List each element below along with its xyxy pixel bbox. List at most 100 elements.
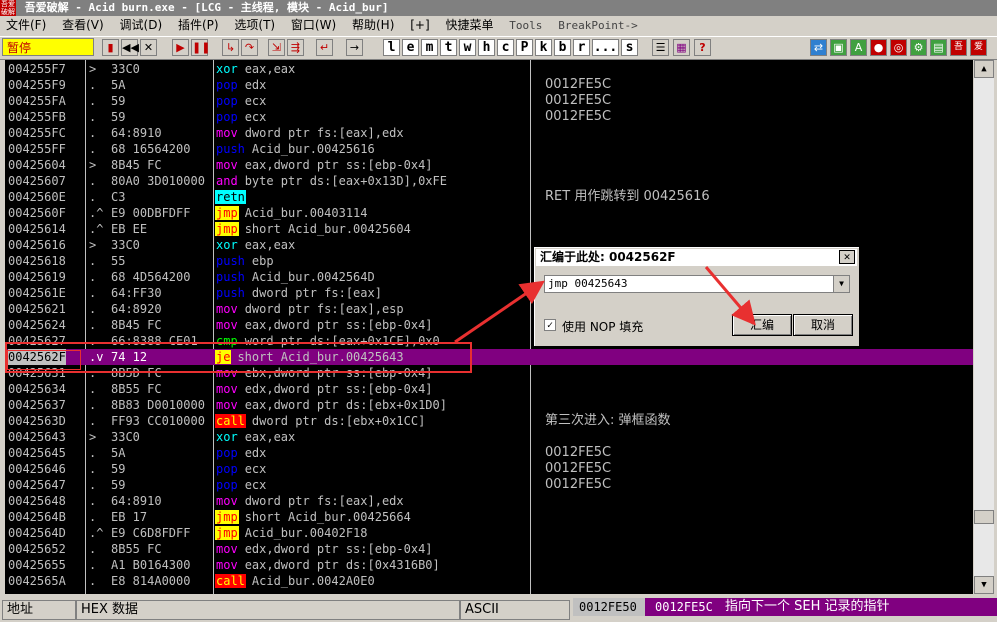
brand-icon-2[interactable]: 爱 — [970, 39, 987, 56]
dump-col-hex[interactable]: HEX 数据 — [76, 600, 460, 620]
disasm-address[interactable]: 00425655 — [8, 557, 66, 573]
disasm-address[interactable]: 00425616 — [8, 237, 66, 253]
trace-over-icon[interactable]: ⇶ — [287, 39, 304, 56]
toolbar-letter-e[interactable]: e — [402, 39, 419, 56]
disasm-instruction[interactable]: mov dword ptr fs:[eax],esp — [215, 301, 533, 317]
disasm-instruction[interactable]: jmp Acid_bur.00403114 — [215, 205, 533, 221]
menu-view[interactable]: 查看(V) — [56, 18, 110, 32]
toolbar-letter-dots[interactable]: ... — [592, 39, 619, 56]
disasm-hex[interactable]: A1 B0164300 — [111, 557, 211, 573]
disasm-instruction[interactable]: retn — [215, 189, 533, 205]
disasm-address[interactable]: 004255FB — [8, 109, 66, 125]
disasm-address[interactable]: 00425645 — [8, 445, 66, 461]
open-icon[interactable]: ▮ — [102, 39, 119, 56]
menu-plus[interactable]: [+] — [404, 18, 435, 32]
disasm-comment[interactable]: 0012FE5C — [545, 445, 611, 461]
disasm-hex[interactable]: 33C0 — [111, 429, 211, 445]
disasm-hex[interactable]: 8B45 FC — [111, 157, 211, 173]
disasm-address[interactable]: 00425624 — [8, 317, 66, 333]
disasm-comment[interactable]: 0012FE5C — [545, 93, 611, 109]
dialog-close-button[interactable]: ✕ — [839, 250, 855, 264]
step-into-icon[interactable]: ↳ — [222, 39, 239, 56]
disasm-address[interactable]: 004255FC — [8, 125, 66, 141]
disasm-instruction[interactable]: mov eax,dword ptr ds:[ebx+0x1D0] — [215, 397, 533, 413]
run-icon[interactable]: ▶ — [172, 39, 189, 56]
disasm-address[interactable]: 00425637 — [8, 397, 66, 413]
disasm-address[interactable]: 0042561E — [8, 285, 66, 301]
toolbar-letter-r[interactable]: r — [573, 39, 590, 56]
disasm-instruction[interactable]: pop ecx — [215, 109, 533, 125]
disasm-address[interactable]: 0042563D — [8, 413, 66, 429]
disasm-instruction[interactable]: call dword ptr ds:[ebx+0x1CC] — [215, 413, 533, 429]
disasm-row[interactable]: 0042563D. FF93 CC010000 call dword ptr ds:[… — [5, 413, 973, 429]
pause-icon[interactable]: ❚❚ — [191, 39, 210, 56]
disasm-instruction[interactable]: jmp Acid_bur.00402F18 — [215, 525, 533, 541]
disasm-instruction[interactable]: pop edx — [215, 77, 533, 93]
disasm-row[interactable]: 00425604 >8B45 FC mov eax,dword ptr ss:[ebp… — [5, 157, 973, 173]
menu-plugins[interactable]: 插件(P) — [172, 18, 225, 32]
disasm-hex[interactable]: 8B45 FC — [111, 317, 211, 333]
disasm-hex[interactable]: 33C0 — [111, 61, 211, 77]
stack-address[interactable]: 0012FE50 — [573, 598, 649, 616]
step-over-icon[interactable]: ↷ — [241, 39, 258, 56]
scroll-thumb[interactable] — [974, 510, 994, 524]
help-icon[interactable]: ? — [694, 39, 711, 56]
disasm-address[interactable]: 00425652 — [8, 541, 66, 557]
menu-window[interactable]: 窗口(W) — [285, 18, 342, 32]
chevron-down-icon[interactable]: ▼ — [833, 276, 849, 292]
menu-help[interactable]: 帮助(H) — [346, 18, 400, 32]
disasm-address[interactable]: 00425618 — [8, 253, 66, 269]
toolbar-letter-m[interactable]: m — [421, 39, 438, 56]
toolbar-letter-p[interactable]: P — [516, 39, 533, 56]
disasm-address[interactable]: 004255FF — [8, 141, 66, 157]
disasm-hex[interactable]: 64:8910 — [111, 493, 211, 509]
trace-into-icon[interactable]: ⇲ — [268, 39, 285, 56]
brand-icon[interactable]: 吾 — [950, 39, 967, 56]
disasm-instruction[interactable]: xor eax,eax — [215, 237, 533, 253]
assemble-button[interactable]: 汇编 — [732, 314, 792, 336]
disasm-row[interactable]: 00425607. 80A0 3D010000 and byte ptr ds:[ea… — [5, 173, 973, 189]
toolbar-letter-l[interactable]: l — [383, 39, 400, 56]
assemble-input-value[interactable]: jmp 00425643 — [548, 277, 627, 290]
dump-col-address[interactable]: 地址 — [2, 600, 76, 620]
disasm-instruction[interactable]: push ebp — [215, 253, 533, 269]
disasm-hex[interactable]: 55 — [111, 253, 211, 269]
disasm-row[interactable]: 00425634. 8B55 FC mov edx,dword ptr ss:[ebp… — [5, 381, 973, 397]
disasm-instruction[interactable]: push dword ptr fs:[eax] — [215, 285, 533, 301]
disasm-row[interactable]: 00425647. 59 pop ecx 0012FE5C — [5, 477, 973, 493]
disasm-comment[interactable]: 0012FE5C — [545, 77, 611, 93]
scroll-up-icon[interactable]: ▲ — [974, 60, 994, 78]
menu-tools[interactable]: Tools — [503, 19, 548, 32]
disasm-row[interactable]: 004255F7 >33C0 xor eax,eax — [5, 61, 973, 77]
close-icon[interactable]: ✕ — [140, 39, 157, 56]
disasm-instruction[interactable]: xor eax,eax — [215, 61, 533, 77]
plugin-a-icon[interactable]: A — [850, 39, 867, 56]
disasm-address[interactable]: 00425648 — [8, 493, 66, 509]
toolbar-letter-w[interactable]: w — [459, 39, 476, 56]
disasm-instruction[interactable]: mov dword ptr fs:[eax],edx — [215, 125, 533, 141]
disasm-hex[interactable]: 80A0 3D010000 — [111, 173, 211, 189]
disasm-hex[interactable]: 8B55 FC — [111, 381, 211, 397]
disasm-row[interactable]: 00425645. 5A pop edx 0012FE5C — [5, 445, 973, 461]
disasm-instruction[interactable]: and byte ptr ds:[eax+0x13D],0xFE — [215, 173, 533, 189]
disasm-instruction[interactable]: call Acid_bur.0042A0E0 — [215, 573, 533, 589]
disasm-instruction[interactable]: jmp short Acid_bur.00425664 — [215, 509, 533, 525]
menu-debug[interactable]: 调试(D) — [114, 18, 169, 32]
disasm-row[interactable]: 00425637. 8B83 D0010000 mov eax,dword ptr d… — [5, 397, 973, 413]
disasm-row[interactable]: 00425655. A1 B0164300 mov eax,dword ptr ds:… — [5, 557, 973, 573]
disasm-address[interactable]: 004255F9 — [8, 77, 66, 93]
disasm-hex[interactable]: EB EE — [111, 221, 211, 237]
disasm-row[interactable]: 0042564D .^ E9 C6D8FDFF jmp Acid_bur.00402F1… — [5, 525, 973, 541]
disasm-address[interactable]: 004255FA — [8, 93, 66, 109]
disasm-comment[interactable]: 0012FE5C — [545, 477, 611, 493]
menu-options[interactable]: 选项(T) — [228, 18, 281, 32]
disasm-address[interactable]: 00425647 — [8, 477, 66, 493]
scroll-down-icon[interactable]: ▼ — [974, 576, 994, 594]
disasm-address[interactable]: 00425621 — [8, 301, 66, 317]
disasm-instruction[interactable]: mov edx,dword ptr ss:[ebp-0x4] — [215, 541, 533, 557]
disasm-address[interactable]: 00425643 — [8, 429, 66, 445]
disasm-hex[interactable]: E9 00DBFDFF — [111, 205, 211, 221]
disasm-hex[interactable]: 5A — [111, 445, 211, 461]
disasm-hex[interactable]: 59 — [111, 461, 211, 477]
disasm-hex[interactable]: 8B83 D0010000 — [111, 397, 211, 413]
